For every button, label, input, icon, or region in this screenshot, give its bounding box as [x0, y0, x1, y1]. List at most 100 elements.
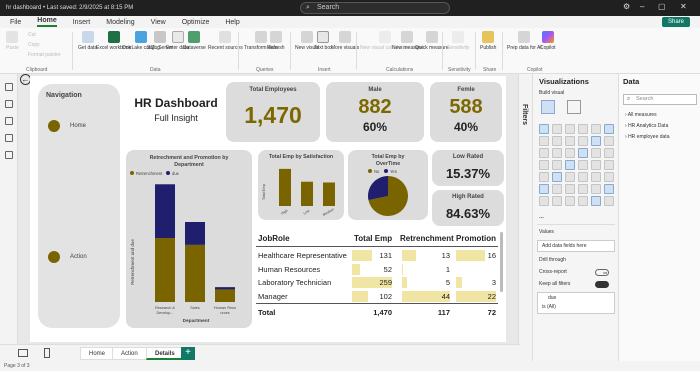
paste-button[interactable]: Paste — [6, 31, 19, 51]
menu-help[interactable]: Help — [225, 19, 239, 26]
tab-details[interactable]: Details — [146, 347, 184, 360]
visual-type-icon[interactable] — [539, 136, 549, 146]
table-row[interactable]: Laboratory Technician 259 5 3 — [256, 276, 496, 289]
dataverse-button[interactable]: Dataverse — [183, 31, 206, 51]
visual-type-icon[interactable] — [578, 196, 588, 206]
col-header-retrenchment[interactable]: Retrenchment — [400, 234, 454, 243]
model-view-icon[interactable] — [4, 117, 13, 125]
visual-type-icon[interactable] — [552, 184, 562, 194]
visual-type-icon[interactable] — [604, 136, 614, 146]
nav-action-button[interactable] — [48, 251, 60, 263]
visual-type-icon[interactable] — [591, 136, 601, 146]
table-row[interactable]: Human Resources 52 1 — [256, 263, 496, 276]
col-header-total-emp[interactable]: Total Emp — [354, 234, 392, 243]
filters-pane-collapsed[interactable]: Filters — [518, 74, 532, 361]
col-header-promotion[interactable]: Promotion — [456, 234, 496, 243]
visual-type-icon[interactable] — [591, 172, 601, 182]
visual-type-icon[interactable] — [565, 124, 575, 134]
desktop-view-icon[interactable] — [18, 349, 28, 357]
visual-type-icon[interactable] — [578, 136, 588, 146]
visual-type-icon[interactable] — [552, 172, 562, 182]
visual-type-icon[interactable] — [539, 124, 549, 134]
maximize-icon[interactable]: ▢ — [658, 2, 666, 11]
visual-type-icon[interactable] — [552, 136, 562, 146]
table-row[interactable]: Healthcare Representative 131 13 16 — [256, 249, 496, 262]
get-data-button[interactable]: Get data — [78, 31, 97, 51]
table-view-icon[interactable] — [4, 100, 13, 108]
visual-type-icon[interactable] — [591, 148, 601, 158]
drill-filter-card[interactable]: due is (All) — [537, 292, 615, 314]
menu-insert[interactable]: Insert — [73, 19, 91, 26]
format-painter-button[interactable]: Format painter — [28, 52, 61, 58]
visual-type-icon[interactable] — [591, 196, 601, 206]
visual-type-icon[interactable] — [604, 124, 614, 134]
close-icon[interactable]: ✕ — [680, 2, 687, 11]
visual-type-icon[interactable] — [578, 184, 588, 194]
visual-type-icon[interactable] — [604, 160, 614, 170]
menu-home[interactable]: Home — [37, 17, 57, 27]
cross-report-toggle[interactable]: Off — [595, 269, 609, 276]
menu-optimize[interactable]: Optimize — [182, 19, 210, 26]
visual-type-icon[interactable] — [552, 148, 562, 158]
visual-type-icon[interactable] — [565, 172, 575, 182]
visual-type-icon[interactable] — [552, 124, 562, 134]
visual-type-icon[interactable] — [604, 148, 614, 158]
visual-type-icon[interactable] — [565, 148, 575, 158]
visual-type-icon[interactable] — [604, 172, 614, 182]
mobile-view-icon[interactable] — [44, 348, 50, 358]
minimize-icon[interactable]: – — [640, 2, 644, 11]
tmdl-view-icon[interactable] — [4, 151, 13, 159]
data-item-all-measures[interactable]: › All measures — [625, 112, 657, 118]
refresh-button[interactable]: Refresh — [267, 31, 285, 51]
menu-file[interactable]: File — [10, 19, 21, 26]
cut-button[interactable]: Cut — [28, 32, 36, 38]
add-data-fields-well[interactable]: Add data fields here — [537, 240, 615, 252]
sensitivity-button[interactable]: Sensitivity — [447, 31, 470, 51]
visual-type-icon[interactable] — [591, 184, 601, 194]
build-visual-icon[interactable] — [541, 100, 555, 114]
visual-type-icon[interactable] — [578, 124, 588, 134]
visual-type-icon[interactable] — [539, 160, 549, 170]
publish-button[interactable]: Publish — [480, 31, 496, 51]
data-item-hr-analytics[interactable]: › HR Analytics Data — [625, 123, 668, 129]
menu-view[interactable]: View — [151, 19, 166, 26]
visual-type-icon[interactable] — [604, 184, 614, 194]
visual-type-icon[interactable] — [539, 148, 549, 158]
table-scrollbar[interactable] — [500, 232, 503, 292]
ellipsis-icon[interactable]: … — [539, 214, 544, 220]
prep-data-ai-button[interactable]: Prep data for AI — [507, 31, 542, 51]
table-row[interactable]: Manager 102 44 22 — [256, 290, 496, 303]
quick-measure-button[interactable]: Quick measure — [415, 31, 449, 51]
report-view-icon[interactable] — [4, 83, 13, 91]
data-item-hr-employee[interactable]: › HR employee data — [625, 134, 669, 140]
visual-type-icon[interactable] — [552, 160, 562, 170]
visual-type-icon[interactable] — [539, 196, 549, 206]
visual-type-icon[interactable] — [578, 148, 588, 158]
format-visual-icon[interactable] — [567, 100, 581, 114]
visual-type-icon[interactable] — [565, 184, 575, 194]
dax-query-icon[interactable] — [4, 134, 13, 142]
tab-home[interactable]: Home — [80, 347, 115, 360]
keep-filters-toggle[interactable] — [595, 281, 609, 288]
more-visuals-button[interactable]: More visuals — [331, 31, 359, 51]
menu-modeling[interactable]: Modeling — [106, 19, 134, 26]
nav-home-button[interactable] — [48, 120, 60, 132]
visual-type-icon[interactable] — [565, 196, 575, 206]
visual-type-icon[interactable] — [565, 136, 575, 146]
col-header-jobrole[interactable]: JobRole — [258, 234, 290, 243]
data-search-input[interactable]: ⌕ Search — [623, 94, 697, 105]
add-page-button[interactable]: + — [181, 347, 195, 360]
text-box-button[interactable]: Text box — [314, 31, 333, 51]
visual-type-icon[interactable] — [591, 160, 601, 170]
visual-type-icon[interactable] — [578, 160, 588, 170]
visual-type-icon[interactable] — [591, 124, 601, 134]
visual-type-icon[interactable] — [552, 196, 562, 206]
visual-type-icon[interactable] — [604, 196, 614, 206]
tab-action[interactable]: Action — [112, 347, 147, 360]
visual-type-icon[interactable] — [539, 172, 549, 182]
share-button[interactable]: Share — [661, 17, 690, 27]
search-box[interactable]: ⌕ Search — [300, 2, 450, 14]
visual-type-icon[interactable] — [578, 172, 588, 182]
visual-type-icon[interactable] — [539, 184, 549, 194]
copy-button[interactable]: Copy — [28, 42, 40, 48]
